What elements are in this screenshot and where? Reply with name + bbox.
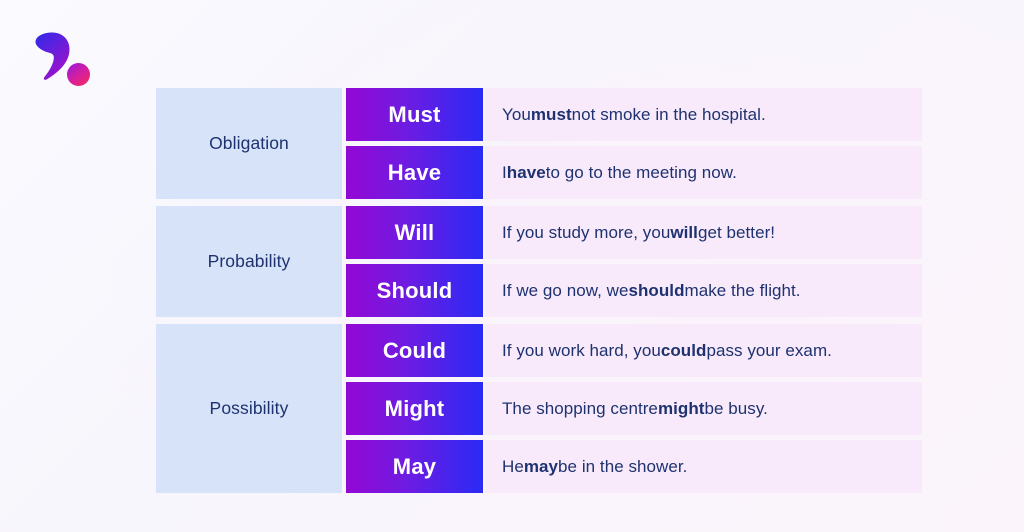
example-cell: I have to go to the meeting now. [485,146,922,199]
example-text-after: not smoke in the hospital. [571,104,766,124]
modal-cell: May [346,440,483,493]
modal-cell: Might [346,382,483,435]
category-cell-probability: Probability [156,206,342,317]
example-text-before: If you work hard, you [502,340,661,360]
example-cell: If you study more, you will get better! [485,206,922,259]
example-text-bold: must [530,104,572,124]
example-text-bold: have [506,162,546,182]
modal-cell: Must [346,88,483,141]
example-text-before: You [502,104,531,124]
example-text-before: He [502,456,524,476]
modal-label: Must [388,101,441,127]
modal-label: Will [394,219,435,245]
example-cell: If we go now, we should make the flight. [485,264,922,317]
table-group-obligation: Obligation Must You must not smoke in th… [156,88,922,199]
example-cell: The shopping centre might be busy. [485,382,922,435]
example-text-before: If you study more, you [502,222,671,242]
table-row: Should If we go now, we should make the … [342,264,922,317]
table-row: May He may be in the shower. [342,440,922,493]
example-text-after: be in the shower. [558,456,688,476]
example-cell: If you work hard, you could pass your ex… [485,324,922,377]
example-text-bold: may [523,456,559,476]
example-cell: He may be in the shower. [485,440,922,493]
modal-verbs-table: Obligation Must You must not smoke in th… [156,88,922,493]
table-row: Might The shopping centre might be busy. [342,382,922,435]
modal-cell: Should [346,264,483,317]
table-row: Could If you work hard, you could pass y… [342,324,922,377]
example-cell: You must not smoke in the hospital. [485,88,922,141]
comma-logo-svg [35,32,90,86]
comma-shape [35,32,70,80]
modal-cell: Will [346,206,483,259]
category-cell-possibility: Possibility [156,324,342,493]
table-group-probability: Probability Will If you study more, you … [156,206,922,317]
modal-label: Might [384,395,445,421]
row-stack: Will If you study more, you will get bet… [342,206,922,317]
table-row: Must You must not smoke in the hospital. [342,88,922,141]
logo-dot [67,63,90,86]
example-text-before: The shopping centre [502,398,658,418]
example-text-after: to go to the meeting now. [545,162,737,182]
row-stack: Must You must not smoke in the hospital.… [342,88,922,199]
example-text-after: pass your exam. [706,340,832,360]
row-stack: Could If you work hard, you could pass y… [342,324,922,493]
category-label: Possibility [209,398,289,418]
table-row: Have I have to go to the meeting now. [342,146,922,199]
modal-label: Have [387,159,442,185]
example-text-bold: should [628,280,685,300]
category-label: Obligation [209,133,289,153]
example-text-after: be busy. [704,398,768,418]
modal-cell: Could [346,324,483,377]
comma-logo [33,31,93,89]
category-cell-obligation: Obligation [156,88,342,199]
example-text-bold: will [670,222,698,242]
example-text-after: make the flight. [684,280,801,300]
example-text-after: get better! [697,222,776,242]
example-text-before: If we go now, we [502,280,629,300]
modal-cell: Have [346,146,483,199]
modal-label: Could [382,337,447,363]
modal-label: Should [376,277,453,303]
table-row: Will If you study more, you will get bet… [342,206,922,259]
table-group-possibility: Possibility Could If you work hard, you … [156,324,922,493]
category-label: Probability [207,251,291,271]
example-text-bold: could [660,340,707,360]
modal-label: May [392,453,437,479]
example-text-bold: might [657,398,705,418]
